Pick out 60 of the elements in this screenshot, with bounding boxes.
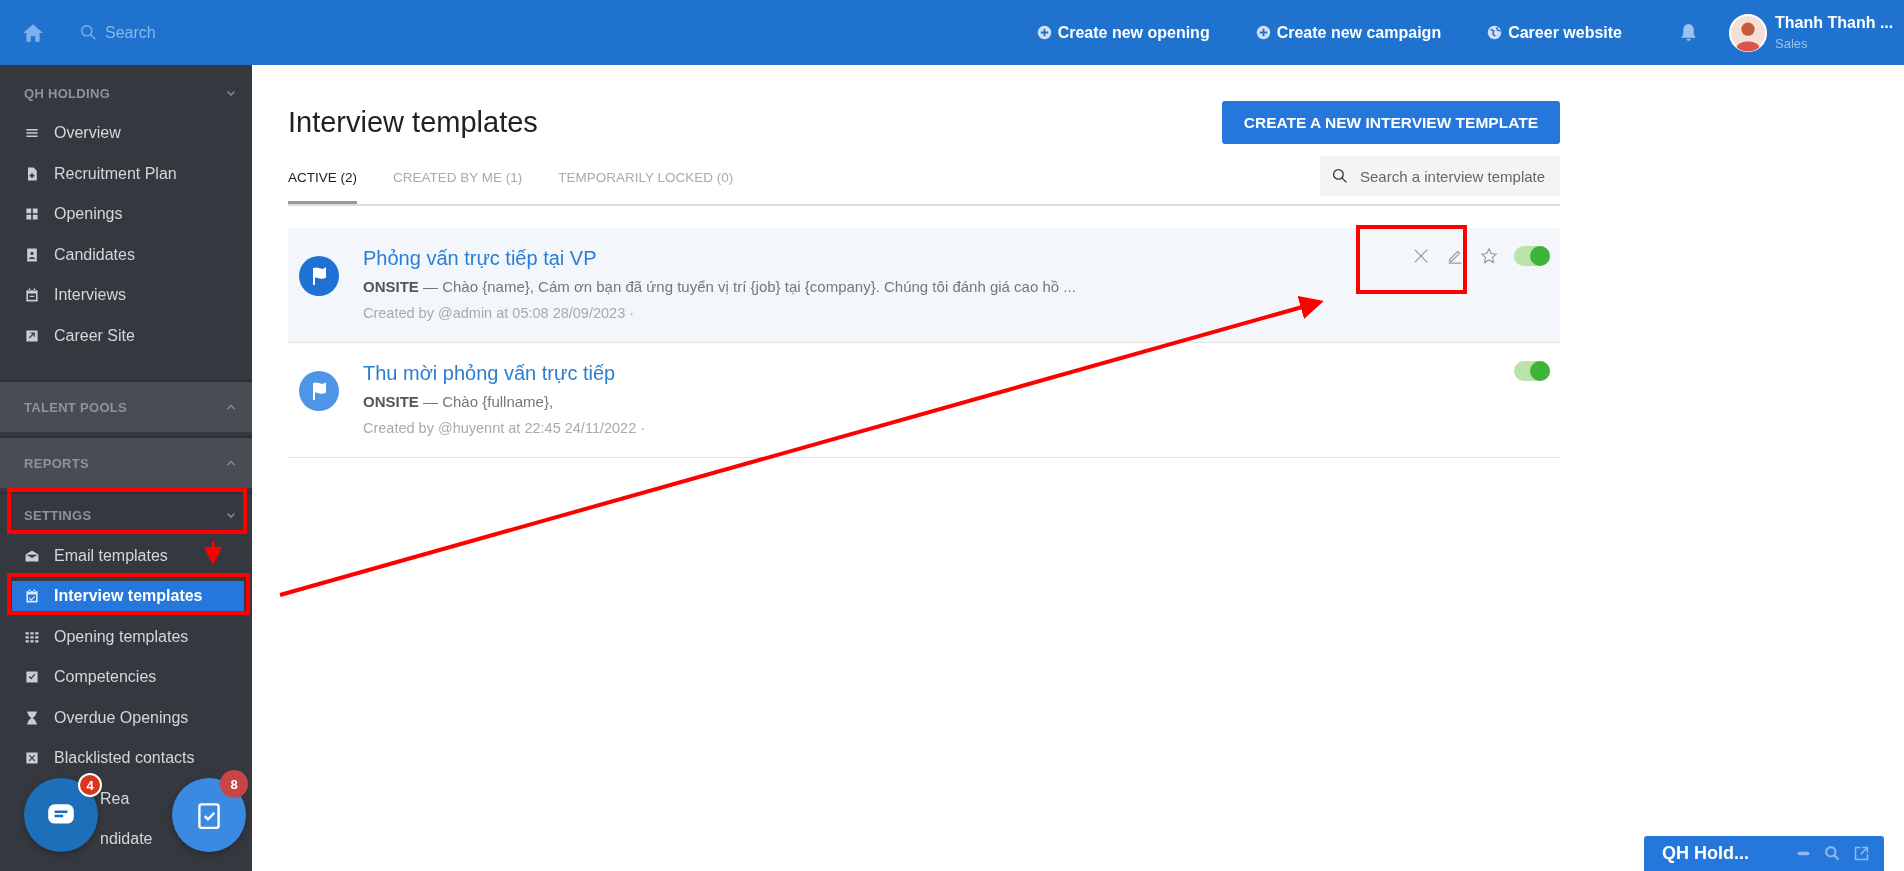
tab[interactable]: ACTIVE (2) bbox=[288, 154, 357, 204]
sidebar-item[interactable]: Recruitment Plan bbox=[0, 153, 244, 194]
sidebar-item[interactable]: Opening templates bbox=[0, 616, 244, 657]
sidebar-item[interactable]: Rea bbox=[100, 789, 130, 808]
sidebar-item[interactable]: Email templates bbox=[0, 536, 244, 577]
header-link[interactable]: Career website bbox=[1487, 23, 1622, 42]
sidebar-item[interactable]: ndidate bbox=[100, 830, 153, 849]
hourglass-icon bbox=[24, 709, 40, 726]
sidebar-item[interactable]: Interview templates bbox=[12, 580, 244, 612]
template-meta: Created by @huyennt at 22:45 24/11/2022 · bbox=[363, 420, 647, 436]
template-row[interactable]: Thu mời phỏng vấn trực tiếp ONSITE — Chào {fullname}, Created by @huyennt at 22:45 24/11/2022 · bbox=[288, 343, 1560, 458]
sidebar-item[interactable]: Openings bbox=[0, 194, 244, 235]
search-icon[interactable] bbox=[1824, 845, 1841, 862]
sidebar-section-header[interactable]: SETTINGS bbox=[0, 492, 252, 536]
user-role: Sales bbox=[1775, 36, 1809, 51]
external-link-icon bbox=[24, 327, 40, 344]
contact-card-icon bbox=[24, 246, 40, 263]
globe-icon bbox=[1487, 25, 1503, 40]
plus-circle-icon bbox=[1036, 25, 1052, 40]
header-link[interactable]: Create new opening bbox=[1036, 23, 1210, 42]
bell-icon[interactable] bbox=[1678, 22, 1699, 43]
external-link-icon[interactable] bbox=[1853, 845, 1870, 862]
toggle-switch[interactable] bbox=[1514, 361, 1550, 381]
avatar[interactable] bbox=[1729, 13, 1767, 52]
calendar-icon bbox=[24, 287, 40, 304]
chat-bar[interactable]: QH Hold... bbox=[1644, 836, 1884, 871]
checkbox-icon bbox=[24, 669, 40, 686]
search-icon bbox=[80, 24, 97, 41]
template-name[interactable]: Phỏng vấn trực tiếp tại VP bbox=[363, 247, 1412, 270]
search-icon bbox=[1332, 168, 1348, 184]
plus-circle-icon bbox=[1255, 25, 1271, 40]
create-template-button[interactable]: CREATE A NEW INTERVIEW TEMPLATE bbox=[1221, 101, 1560, 144]
calendar-check-icon bbox=[24, 588, 40, 604]
search-field[interactable]: Search a interview template bbox=[1320, 156, 1560, 196]
sidebar-item[interactable]: Overdue Openings bbox=[0, 697, 244, 738]
envelope-icon bbox=[24, 548, 40, 565]
user-name[interactable]: Thanh Thanh ... bbox=[1775, 14, 1890, 32]
sidebar-item[interactable]: Career Site bbox=[0, 315, 244, 356]
template-preview: ONSITE — Chào {name}, Cám ơn bạn đã ứng tuyển vị trí {job} tại {company}. Chúng tôi đánh giá cao hồ ... bbox=[363, 278, 1077, 295]
template-meta: Created by @admin at 05:08 28/09/2023 · bbox=[363, 305, 636, 321]
chat-title: QH Hold... bbox=[1662, 843, 1750, 864]
sidebar-section-header[interactable]: QH HOLDING bbox=[0, 77, 252, 109]
sidebar-item[interactable]: Candidates bbox=[0, 234, 244, 275]
star-icon[interactable] bbox=[1480, 247, 1498, 265]
sidebar-item[interactable]: Competencies bbox=[0, 657, 244, 698]
arrow bbox=[204, 542, 222, 565]
sidebar-item[interactable]: Overview bbox=[0, 113, 244, 154]
template-preview: ONSITE — Chào {fullname}, bbox=[363, 393, 555, 410]
template-row[interactable]: Phỏng vấn trực tiếp tại VP ONSITE — Chào {name}, Cám ơn bạn đã ứng tuyển vị trí {job} tại {company}. Chúng tôi đánh giá cao hồ ... Created by @admin at 05:08 28/09/2023 · bbox=[288, 228, 1560, 343]
search-field[interactable]: Search bbox=[103, 22, 307, 43]
flag-icon bbox=[299, 256, 339, 296]
header-link[interactable]: Create new campaign bbox=[1255, 23, 1442, 42]
close-icon[interactable] bbox=[1412, 247, 1430, 265]
sidebar-item[interactable]: Interviews bbox=[0, 275, 244, 316]
flag-icon bbox=[299, 371, 339, 411]
x-box-icon bbox=[24, 750, 40, 767]
page-title: Interview templates bbox=[288, 106, 538, 139]
toggle-switch[interactable] bbox=[1514, 246, 1550, 266]
template-name[interactable]: Thu mời phỏng vấn trực tiếp bbox=[363, 362, 1514, 385]
grid-icon bbox=[24, 206, 40, 223]
